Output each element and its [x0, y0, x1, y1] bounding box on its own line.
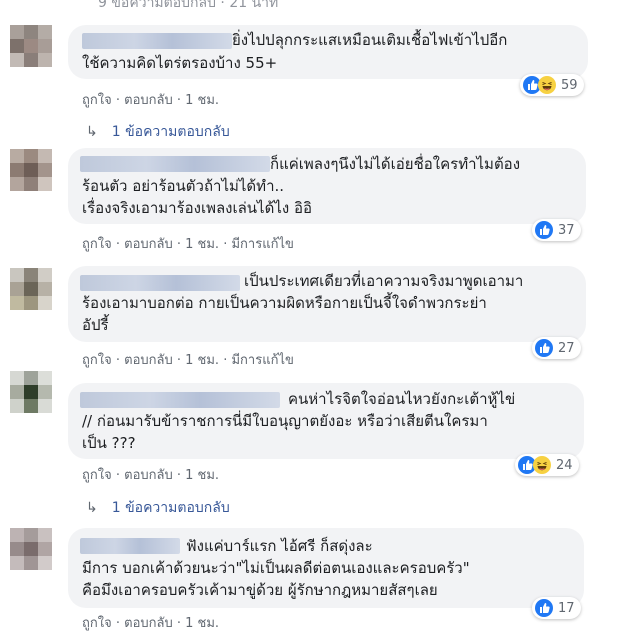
- reaction-count: 24: [556, 457, 573, 473]
- reply-link[interactable]: ตอบกลับ: [124, 616, 173, 631]
- avatar[interactable]: [10, 149, 52, 191]
- view-replies-link[interactable]: ↳ 1 ข้อความตอบกลับ: [86, 497, 230, 519]
- comment-text-line: เป็นประเทศเดียวที่เอาความจริงมาพูดเอามา: [244, 272, 524, 290]
- haha-icon: [538, 76, 556, 94]
- avatar[interactable]: [10, 371, 52, 413]
- comment-actions: ถูกใจ · ตอบกลับ · 1 ชม. · มีการแก้ไข: [82, 237, 294, 252]
- comment-text-line: ก็แค่เพลงๆนึงไม่ได้เอ่ยชื่อใครทำไมต้อง: [270, 155, 521, 173]
- comment-text-line: ร้องเอามาบอกต่อ กายเป็นความผิดหรือกายเป็…: [82, 294, 487, 312]
- comment-text-line: คนห่าไรจิตใจอ่อนไหวยังกะเต้าหู้ไข่: [288, 390, 516, 408]
- reaction-summary[interactable]: 27: [532, 337, 581, 359]
- comment-text-line: อัปรี้: [82, 316, 109, 334]
- avatar[interactable]: [10, 528, 52, 570]
- comment-text-line: ยิ่งไปปลุกกระแสเหมือนเติมเชื้อไฟเข้าไปอี…: [232, 31, 508, 49]
- reaction-count: 17: [558, 600, 575, 616]
- like-link[interactable]: ถูกใจ: [82, 353, 112, 368]
- comment-actions: ถูกใจ · ตอบกลับ · 1 ชม. · มีการแก้ไข: [82, 353, 294, 368]
- like-link[interactable]: ถูกใจ: [82, 93, 112, 108]
- avatar[interactable]: [10, 268, 52, 310]
- comment-text-line: คือมึงเอาครอบครัวเค้ามาขู่ด้วย ผู้รักษาก…: [82, 581, 438, 599]
- comment-time[interactable]: 1 ชม.: [185, 237, 219, 252]
- edited-label[interactable]: มีการแก้ไข: [231, 353, 293, 368]
- comment-time[interactable]: 1 ชม.: [185, 468, 219, 483]
- like-link[interactable]: ถูกใจ: [82, 616, 112, 631]
- comment-text-line: ใช้ความคิดไตร่ตรองบ้าง 55+: [82, 54, 278, 72]
- comment-time[interactable]: 1 ชม.: [185, 616, 219, 631]
- reply-link[interactable]: ตอบกลับ: [124, 237, 173, 252]
- avatar[interactable]: [10, 25, 52, 67]
- author-name-blurred[interactable]: [80, 538, 180, 554]
- reaction-summary[interactable]: 59: [520, 74, 584, 96]
- like-link[interactable]: ถูกใจ: [82, 237, 112, 252]
- comment-text-line: เรื่องจริงเอามาร้องเพลงเล่นได้ไง อิอิ: [82, 199, 312, 217]
- comment-text-line: ฟังแค่บาร์แรก ไอ้ศรี ก็สดุ่งละ: [186, 537, 373, 555]
- like-icon: [535, 599, 553, 617]
- comment-actions: ถูกใจ · ตอบกลับ · 1 ชม.: [82, 616, 220, 631]
- previous-replies-link[interactable]: 9 ข้อความตอบกลับ · 21 นาที: [98, 0, 278, 14]
- view-replies-link[interactable]: ↳ 1 ข้อความตอบกลับ: [86, 121, 230, 143]
- reaction-count: 59: [561, 77, 578, 93]
- comment-text-line: ร้อนตัว อย่าร้อนตัวถ้าไม่ได้ทำ..: [82, 177, 285, 195]
- comment-text-line: มีการ บอกเค้าด้วยนะว่า"ไม่เป็นผลดีต่อตนเ…: [82, 559, 470, 577]
- reply-link[interactable]: ตอบกลับ: [124, 353, 173, 368]
- comment-time[interactable]: 1 ชม.: [185, 353, 219, 368]
- reaction-count: 37: [558, 222, 575, 238]
- reply-link[interactable]: ตอบกลับ: [124, 468, 173, 483]
- like-link[interactable]: ถูกใจ: [82, 468, 112, 483]
- comment-actions: ถูกใจ · ตอบกลับ · 1 ชม.: [82, 93, 220, 108]
- reaction-summary[interactable]: 24: [515, 454, 579, 476]
- reaction-summary[interactable]: 17: [532, 597, 581, 619]
- comment-actions: ถูกใจ · ตอบกลับ · 1 ชม.: [82, 468, 220, 483]
- like-icon: [535, 339, 553, 357]
- author-name-blurred[interactable]: [80, 392, 280, 408]
- comment-text-line: // ก่อนมารับข้าราชการนี่มีใบอนุญาตยังอะ …: [82, 412, 488, 430]
- replies-label: 1 ข้อความตอบกลับ: [111, 500, 230, 516]
- comment-text-line: เป็น ???: [82, 434, 136, 452]
- replies-label: 1 ข้อความตอบกลับ: [111, 124, 230, 140]
- edited-label[interactable]: มีการแก้ไข: [231, 237, 293, 252]
- reaction-count: 27: [558, 340, 575, 356]
- haha-icon: [533, 456, 551, 474]
- reply-link[interactable]: ตอบกลับ: [124, 93, 173, 108]
- reply-arrow-icon: ↳: [86, 500, 98, 516]
- comment-time[interactable]: 1 ชม.: [185, 93, 219, 108]
- author-name-blurred[interactable]: [80, 275, 240, 291]
- author-name-blurred[interactable]: [80, 156, 270, 172]
- like-icon: [535, 221, 553, 239]
- author-name-blurred[interactable]: [82, 33, 232, 49]
- reply-arrow-icon: ↳: [86, 124, 98, 140]
- reaction-summary[interactable]: 37: [532, 219, 581, 241]
